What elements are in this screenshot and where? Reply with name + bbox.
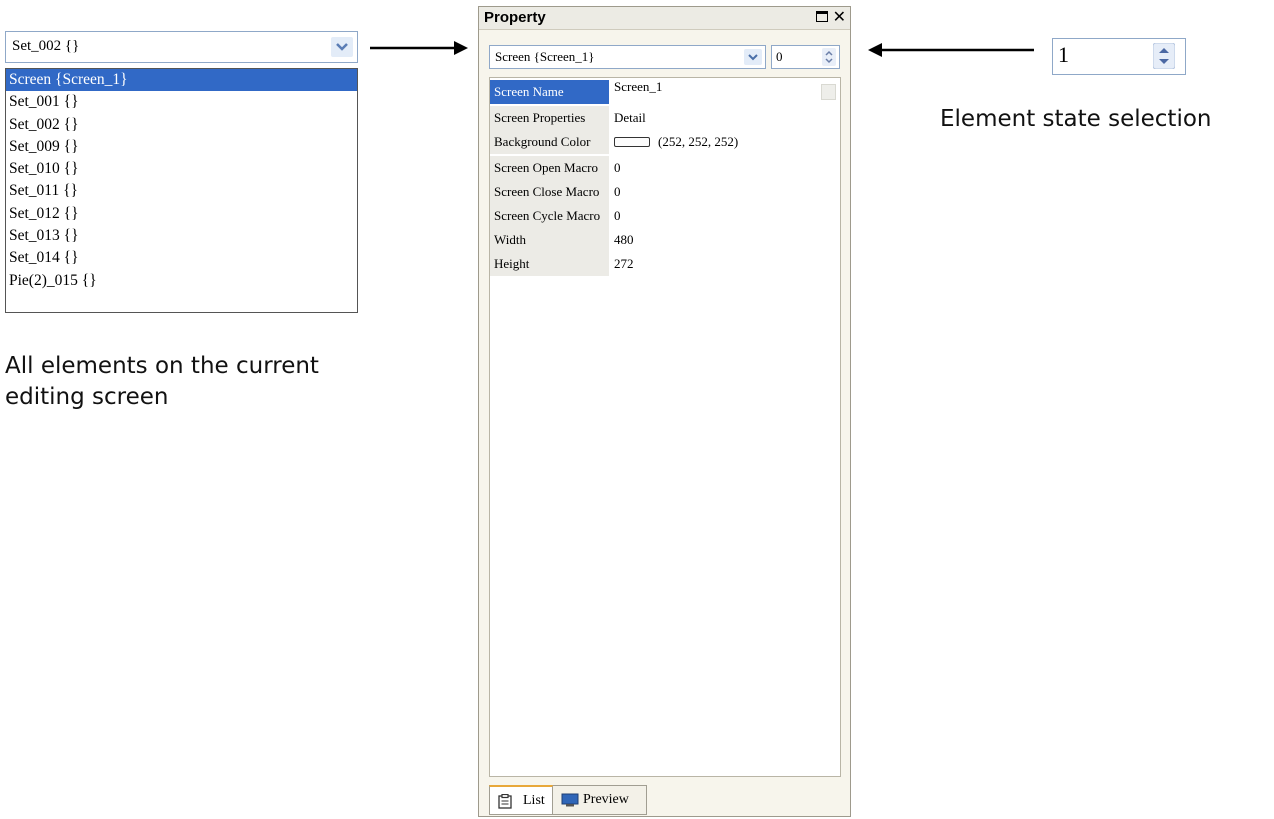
restore-icon[interactable] xyxy=(816,11,828,22)
panel-title: Property xyxy=(484,9,546,26)
list-item[interactable]: Set_013 {} xyxy=(6,225,357,247)
panel-title-bar: Property ✕ xyxy=(479,7,850,30)
clipboard-icon xyxy=(498,794,512,809)
property-key: Width xyxy=(490,228,609,252)
chevron-down-icon[interactable] xyxy=(331,37,353,57)
property-row[interactable]: Screen Name Screen_1 xyxy=(490,79,840,104)
property-row[interactable]: Screen Cycle Macro 0 xyxy=(490,204,840,228)
value-edit-button[interactable] xyxy=(821,84,836,100)
state-selection-caption: Element state selection xyxy=(940,106,1212,132)
property-value[interactable]: 480 xyxy=(614,228,634,252)
color-swatch xyxy=(614,137,650,148)
spinner-arrows-icon[interactable] xyxy=(822,48,836,66)
property-panel: Property ✕ Screen {Screen_1} 0 Screen Na… xyxy=(478,6,851,817)
list-item[interactable]: Screen {Screen_1} xyxy=(6,69,357,92)
property-grid: Screen Name Screen_1 Screen Properties D… xyxy=(489,77,841,777)
list-item[interactable]: Set_009 {} xyxy=(6,136,357,158)
property-row[interactable]: Screen Close Macro 0 xyxy=(490,180,840,204)
list-item[interactable]: Set_010 {} xyxy=(6,158,357,180)
property-value[interactable]: 0 xyxy=(614,180,621,204)
list-item[interactable]: Pie(2)_015 {} xyxy=(6,270,357,292)
element-dropdown-value: Set_002 {} xyxy=(12,38,80,54)
panel-element-dropdown[interactable]: Screen {Screen_1} xyxy=(489,45,766,69)
tab-list[interactable]: List xyxy=(489,785,553,815)
property-row[interactable]: Background Color (252, 252, 252) xyxy=(490,130,840,154)
property-value[interactable]: Screen_1 xyxy=(614,75,662,99)
property-row[interactable]: Screen Properties Detail xyxy=(490,106,840,130)
list-item[interactable]: Set_014 {} xyxy=(6,247,357,269)
state-spinner[interactable]: 1 xyxy=(1052,38,1186,75)
property-key: Screen Open Macro xyxy=(490,156,609,180)
list-item[interactable]: Set_012 {} xyxy=(6,203,357,225)
property-value[interactable]: Detail xyxy=(614,106,646,130)
arrow-left-icon xyxy=(868,43,1034,57)
property-row[interactable]: Screen Open Macro 0 xyxy=(490,156,840,180)
element-dropdown-list: Screen {Screen_1} Set_001 {} Set_002 {} … xyxy=(5,68,358,313)
list-item[interactable]: Set_001 {} xyxy=(6,91,357,113)
tab-preview[interactable]: Preview xyxy=(553,785,647,815)
property-row[interactable]: Width 480 xyxy=(490,228,840,252)
close-icon[interactable]: ✕ xyxy=(833,7,846,26)
panel-state-spinner[interactable]: 0 xyxy=(771,45,840,69)
element-dropdown[interactable]: Set_002 {} xyxy=(5,31,358,63)
list-item[interactable]: Set_002 {} xyxy=(6,114,357,136)
property-key: Screen Properties xyxy=(490,106,609,130)
tab-preview-label: Preview xyxy=(583,792,629,807)
color-rgb-text: (252, 252, 252) xyxy=(658,134,739,149)
arrow-right-icon xyxy=(370,41,468,55)
property-value[interactable]: 0 xyxy=(614,156,621,180)
property-key: Height xyxy=(490,252,609,276)
state-spinner-value: 1 xyxy=(1058,42,1069,67)
tab-list-label: List xyxy=(523,793,545,808)
element-list-caption: All elements on the current editing scre… xyxy=(5,353,319,410)
property-key: Background Color xyxy=(490,130,609,154)
property-key: Screen Name xyxy=(490,80,609,104)
property-value[interactable]: 272 xyxy=(614,252,634,276)
monitor-icon xyxy=(561,793,579,807)
list-item[interactable]: Set_011 {} xyxy=(6,180,357,202)
chevron-down-icon[interactable] xyxy=(744,49,762,65)
panel-state-value: 0 xyxy=(776,49,783,64)
property-key: Screen Cycle Macro xyxy=(490,204,609,228)
property-value[interactable]: (252, 252, 252) xyxy=(614,130,738,154)
property-row[interactable]: Height 272 xyxy=(490,252,840,276)
spinner-arrows-icon[interactable] xyxy=(1153,43,1175,69)
property-key: Screen Close Macro xyxy=(490,180,609,204)
panel-element-value: Screen {Screen_1} xyxy=(495,49,595,64)
property-value[interactable]: 0 xyxy=(614,204,621,228)
